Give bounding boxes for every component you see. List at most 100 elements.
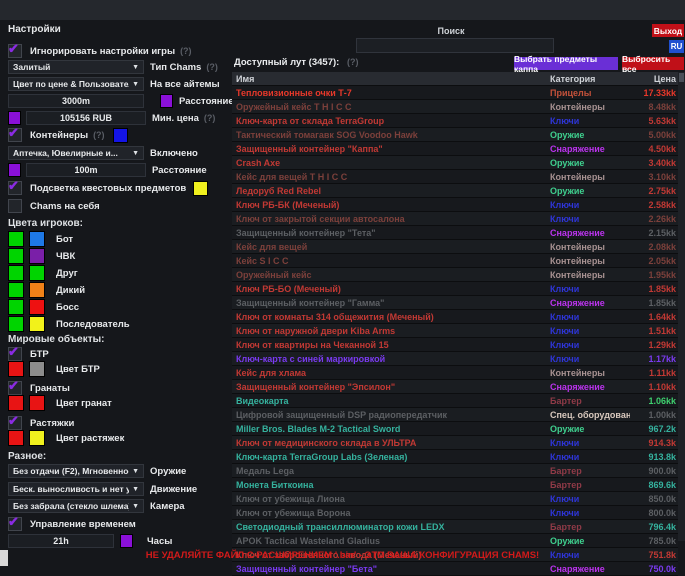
item-price: 785.0k bbox=[630, 536, 678, 546]
grenades-color-swatch-1[interactable] bbox=[8, 395, 24, 411]
containers-distance-color-swatch[interactable] bbox=[8, 163, 21, 177]
table-row[interactable]: Ключ РБ-БК (Меченый)Ключи2.58kk bbox=[232, 198, 678, 212]
player-color-swatch-2[interactable] bbox=[29, 265, 45, 281]
table-row[interactable]: Защищенный контейнер "Каппа"Снаряжение4.… bbox=[232, 142, 678, 156]
table-row[interactable]: Ключ от квартиры на Чеканной 15Ключи1.29… bbox=[232, 338, 678, 352]
table-row[interactable]: Ключ от комнаты 314 общежития (Меченый)К… bbox=[232, 310, 678, 324]
table-row[interactable]: Кейс для хламаКонтейнеры1.11kk bbox=[232, 366, 678, 380]
table-row[interactable]: ВидеокартаБартер1.06kk bbox=[232, 394, 678, 408]
table-row[interactable]: Ключ от закрытой секции автосалонаКлючи2… bbox=[232, 212, 678, 226]
help-icon[interactable]: (?) bbox=[93, 130, 105, 140]
player-color-swatch-2[interactable] bbox=[29, 231, 45, 247]
player-color-swatch-1[interactable] bbox=[8, 316, 24, 332]
tripwires-color-label: Цвет растяжек bbox=[56, 433, 124, 444]
ignore-game-settings-label: Игнорировать настройки игры bbox=[30, 46, 175, 57]
player-color-swatch-1[interactable] bbox=[8, 248, 24, 264]
weapon-dropdown[interactable]: Без отдачи (F2), Мгновенное п ▼ bbox=[8, 464, 144, 478]
table-row[interactable]: Crash AxeОружие3.40kk bbox=[232, 156, 678, 170]
table-row[interactable]: Ключ-карта с синей маркировкойКлючи1.17k… bbox=[232, 352, 678, 366]
time-control-checkbox[interactable] bbox=[8, 517, 22, 531]
grenades-color-swatch-2[interactable] bbox=[29, 395, 45, 411]
table-row[interactable]: Кейс для вещейКонтейнеры2.08kk bbox=[232, 240, 678, 254]
select-kappa-items-button[interactable]: Выбрать предметы каппа bbox=[514, 57, 618, 70]
player-color-swatch-2[interactable] bbox=[29, 248, 45, 264]
column-price[interactable]: Цена bbox=[630, 74, 678, 84]
table-row[interactable]: Оружейный кейс T H I C CКонтейнеры8.48kk bbox=[232, 100, 678, 114]
containers-checkbox[interactable] bbox=[8, 128, 22, 142]
chevron-down-icon: ▼ bbox=[132, 150, 139, 157]
btr-color-swatch-2[interactable] bbox=[29, 361, 45, 377]
table-row[interactable]: Miller Bros. Blades M-2 Tactical SwordОр… bbox=[232, 422, 678, 436]
table-row[interactable]: Ледоруб Red RebelОружие2.75kk bbox=[232, 184, 678, 198]
table-row[interactable]: Ключ РБ-БО (Меченый)Ключи1.85kk bbox=[232, 282, 678, 296]
containers-filter-dropdown[interactable]: Аптечка, Ювелирные и... ▼ bbox=[8, 146, 144, 160]
help-icon[interactable]: (?) bbox=[206, 62, 218, 72]
movement-dropdown[interactable]: Беск. выносливость и нет уста ▼ bbox=[8, 482, 144, 496]
table-row[interactable]: Ключ-карта TerraGroup Labs (Зеленая)Ключ… bbox=[232, 450, 678, 464]
help-icon[interactable]: (?) bbox=[204, 113, 216, 123]
table-row[interactable]: Защищенный контейнер "Эпсилон"Снаряжение… bbox=[232, 380, 678, 394]
drop-all-button[interactable]: Выбросить все bbox=[622, 57, 684, 70]
table-row[interactable]: Монета БиткоинаБартер869.6k bbox=[232, 478, 678, 492]
table-row[interactable]: Кейс для вещей T H I C CКонтейнеры3.10kk bbox=[232, 170, 678, 184]
tripwires-color-swatch-1[interactable] bbox=[8, 430, 24, 446]
hours-color-swatch[interactable] bbox=[120, 534, 133, 548]
player-color-swatch-1[interactable] bbox=[8, 265, 24, 281]
table-row[interactable]: Ключ от медицинского склада в УЛЬТРАКлюч… bbox=[232, 436, 678, 450]
all-items-dropdown[interactable]: Цвет по цене & Пользователь ▼ bbox=[8, 77, 144, 91]
chams-type-dropdown[interactable]: Залитый ▼ bbox=[8, 60, 144, 74]
table-row[interactable]: Ключ-карта от склада TerraGroupКлючи5.63… bbox=[232, 114, 678, 128]
search-input[interactable] bbox=[356, 38, 554, 53]
scrollbar-thumb[interactable] bbox=[679, 73, 684, 82]
language-button[interactable]: RU bbox=[669, 40, 684, 53]
table-row[interactable]: Тактический томагавк SOG Voodoo HawkОруж… bbox=[232, 128, 678, 142]
table-row[interactable]: APOK Tactical Wasteland GladiusОружие785… bbox=[232, 534, 678, 548]
min-price-color-swatch[interactable] bbox=[8, 111, 21, 125]
item-price: 17.33kk bbox=[630, 88, 678, 98]
min-price-input[interactable] bbox=[26, 111, 146, 125]
table-row[interactable]: Оружейный кейсКонтейнеры1.95kk bbox=[232, 268, 678, 282]
tripwires-color-swatch-2[interactable] bbox=[29, 430, 45, 446]
table-scrollbar[interactable] bbox=[678, 72, 685, 541]
table-row[interactable]: Светодиодный трансиллюминатор кожи LEDXБ… bbox=[232, 520, 678, 534]
distance-color-swatch[interactable] bbox=[160, 94, 173, 108]
btr-color-swatch-1[interactable] bbox=[8, 361, 24, 377]
help-icon[interactable]: (?) bbox=[180, 46, 192, 56]
chams-self-checkbox[interactable] bbox=[8, 199, 22, 213]
item-category: Ключи bbox=[550, 438, 630, 448]
containers-distance-input[interactable] bbox=[26, 163, 146, 177]
player-color-swatch-2[interactable] bbox=[29, 282, 45, 298]
player-color-swatch-2[interactable] bbox=[29, 316, 45, 332]
table-row[interactable]: Защищенный контейнер "Гамма"Снаряжение1.… bbox=[232, 296, 678, 310]
world-objects-title: Мировые объекты: bbox=[8, 334, 105, 345]
ignore-game-settings-checkbox[interactable] bbox=[8, 44, 22, 58]
tripwires-color-row: Цвет растяжек bbox=[8, 430, 124, 446]
item-price: 3.10kk bbox=[630, 172, 678, 182]
column-name[interactable]: Имя bbox=[232, 74, 550, 84]
table-row[interactable]: Защищенный контейнер "Тета"Снаряжение2.1… bbox=[232, 226, 678, 240]
quest-highlight-checkbox[interactable] bbox=[8, 181, 22, 195]
exit-button[interactable]: Выход bbox=[652, 24, 684, 37]
hours-input[interactable] bbox=[8, 534, 114, 548]
camera-dropdown[interactable]: Без забрала (стекло шлема) ▼ bbox=[8, 499, 144, 513]
table-row[interactable]: Ключ от наружной двери Kiba ArmsКлючи1.5… bbox=[232, 324, 678, 338]
player-color-swatch-1[interactable] bbox=[8, 231, 24, 247]
table-row[interactable]: Ключ от убежища ЛионаКлючи850.0k bbox=[232, 492, 678, 506]
player-color-swatch-1[interactable] bbox=[8, 299, 24, 315]
containers-color-swatch[interactable] bbox=[113, 128, 128, 143]
tripwires-checkbox[interactable] bbox=[8, 416, 22, 430]
player-color-row: Бот bbox=[8, 231, 73, 247]
column-category[interactable]: Категория bbox=[550, 74, 630, 84]
table-row[interactable]: Кейс S I C CКонтейнеры2.05kk bbox=[232, 254, 678, 268]
distance-input[interactable] bbox=[8, 94, 144, 108]
quest-highlight-color-swatch[interactable] bbox=[193, 181, 208, 196]
player-color-swatch-2[interactable] bbox=[29, 299, 45, 315]
grenades-checkbox[interactable] bbox=[8, 381, 22, 395]
table-row[interactable]: Ключ от убежища ВоронаКлючи800.0k bbox=[232, 506, 678, 520]
table-row[interactable]: Цифровой защищенный DSP радиопередатчикС… bbox=[232, 408, 678, 422]
btr-checkbox[interactable] bbox=[8, 347, 22, 361]
help-icon[interactable]: (?) bbox=[347, 57, 359, 67]
table-row[interactable]: Медаль LegaБартер900.0k bbox=[232, 464, 678, 478]
table-row[interactable]: Тепловизионные очки Т-7Прицелы17.33kk bbox=[232, 86, 678, 100]
player-color-swatch-1[interactable] bbox=[8, 282, 24, 298]
